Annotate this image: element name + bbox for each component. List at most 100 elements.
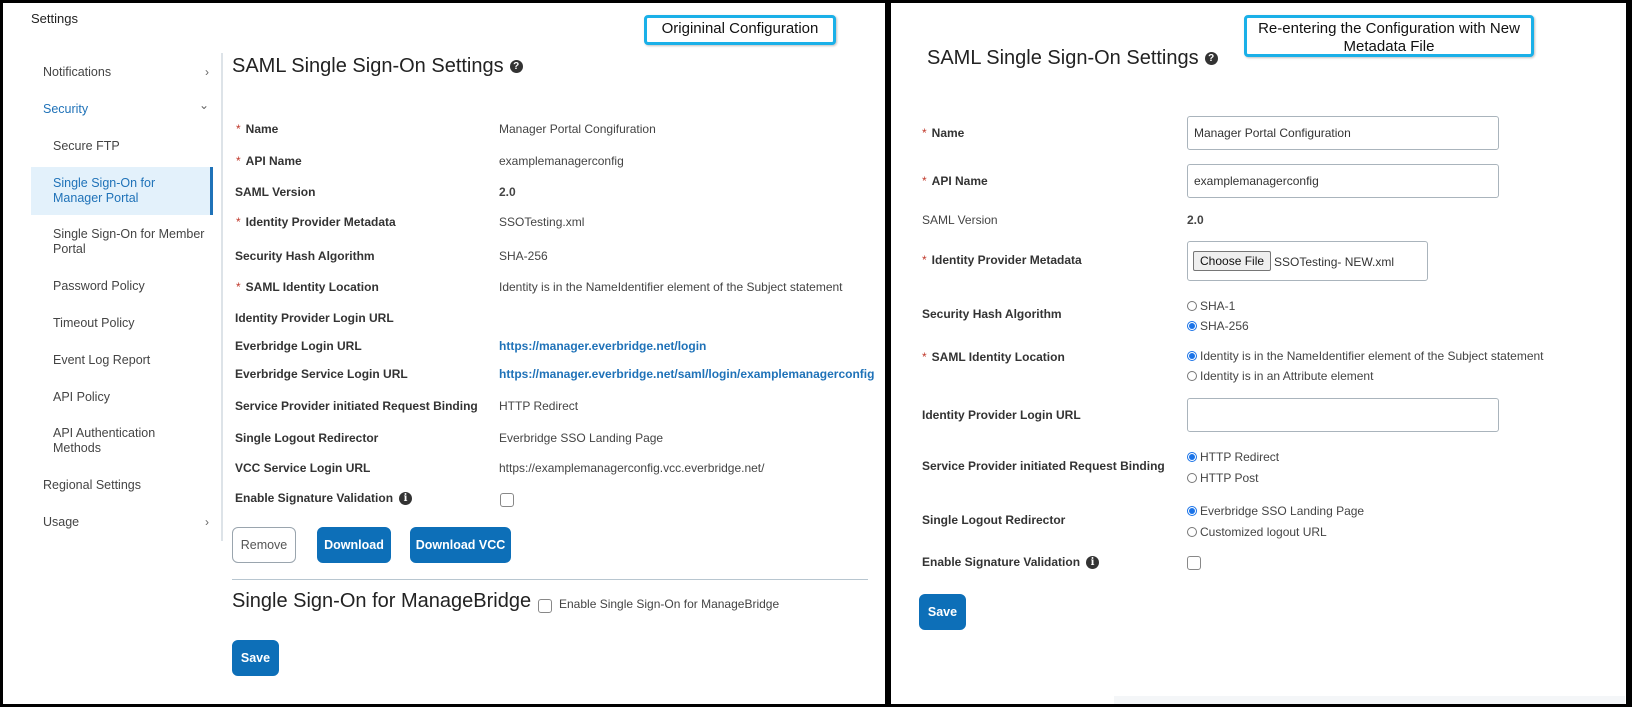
- settings-sidebar: Notifications › Security ⌄ Secure FTP Si…: [31, 53, 223, 541]
- identity-location-label: * SAML Identity Location: [922, 350, 1065, 364]
- field-label: VCC Service Login URL: [235, 461, 371, 475]
- info-icon[interactable]: i: [1086, 556, 1100, 570]
- field-label: Enable Signature Validation i: [235, 491, 413, 506]
- field-value: Manager Portal Congifuration: [499, 122, 656, 136]
- managebridge-title: Single Sign-On for ManageBridge: [232, 590, 532, 612]
- hash-algorithm-option[interactable]: SHA-256: [1187, 319, 1249, 333]
- new-configuration-callout: Re-entering the Configuration with New M…: [1244, 15, 1534, 57]
- remove-button[interactable]: Remove: [232, 527, 296, 563]
- sidebar-item-sso-manager-portal[interactable]: Single Sign-On for Manager Portal: [31, 167, 213, 215]
- new-configuration-panel: Re-entering the Configuration with New M…: [891, 3, 1626, 704]
- saml-version-value: 2.0: [1187, 213, 1204, 227]
- name-label: * Name: [922, 126, 965, 140]
- field-label: Identity Provider Login URL: [235, 311, 394, 325]
- signature-validation-checkbox[interactable]: [1187, 556, 1201, 570]
- signature-validation-checkbox[interactable]: [500, 493, 514, 507]
- sidebar-item-secure-ftp[interactable]: Secure FTP: [31, 139, 221, 154]
- chevron-right-icon: ›: [205, 65, 209, 79]
- identity-location-option[interactable]: Identity is in an Attribute element: [1187, 369, 1373, 383]
- logout-redirector-option[interactable]: Everbridge SSO Landing Page: [1187, 504, 1364, 518]
- field-label: SAML Version: [235, 185, 316, 199]
- chevron-down-icon: ⌄: [198, 98, 209, 112]
- page-title: SAML Single Sign-On Settings?: [927, 47, 1218, 70]
- request-binding-label: Service Provider initiated Request Bindi…: [922, 459, 1165, 473]
- chevron-right-icon: ›: [205, 515, 209, 529]
- radio-unselected-icon[interactable]: [1187, 527, 1197, 537]
- idp-login-url-label: Identity Provider Login URL: [922, 408, 1081, 422]
- required-marker: *: [236, 280, 241, 294]
- radio-unselected-icon[interactable]: [1187, 301, 1197, 311]
- field-label: * SAML Identity Location: [236, 280, 379, 294]
- field-label: * Name: [236, 122, 279, 136]
- field-link[interactable]: https://manager.everbridge.net/saml/logi…: [499, 367, 874, 381]
- radio-selected-icon[interactable]: [1187, 351, 1197, 361]
- field-value: SSOTesting.xml: [499, 215, 585, 229]
- identity-location-option[interactable]: Identity is in the NameIdentifier elemen…: [1187, 349, 1544, 363]
- radio-selected-icon[interactable]: [1187, 506, 1197, 516]
- required-marker: *: [922, 174, 927, 188]
- page-title: SAML Single Sign-On Settings?: [232, 55, 523, 78]
- info-icon[interactable]: i: [399, 492, 413, 506]
- api-name-input[interactable]: examplemanagerconfig: [1187, 164, 1499, 198]
- help-icon[interactable]: ?: [509, 60, 523, 74]
- sidebar-item-regional-settings[interactable]: Regional Settings: [31, 478, 221, 492]
- enable-managebridge-sso-checkbox[interactable]: [538, 599, 552, 613]
- sidebar-item-event-log-report[interactable]: Event Log Report: [31, 353, 221, 368]
- field-label: Everbridge Service Login URL: [235, 367, 408, 381]
- download-button[interactable]: Download: [317, 527, 391, 563]
- radio-unselected-icon[interactable]: [1187, 473, 1197, 483]
- bottom-scroll-area: [1114, 696, 1625, 704]
- hash-algorithm-label: Security Hash Algorithm: [922, 307, 1062, 321]
- idp-metadata-file-input[interactable]: Choose File SSOTesting- NEW.xml: [1187, 241, 1428, 281]
- settings-heading: Settings: [31, 11, 78, 26]
- required-marker: *: [236, 122, 241, 136]
- sidebar-item-password-policy[interactable]: Password Policy: [31, 279, 221, 294]
- field-label: Service Provider initiated Request Bindi…: [235, 399, 478, 413]
- field-label: * API Name: [236, 154, 302, 168]
- sidebar-item-security[interactable]: Security ⌄: [31, 98, 221, 116]
- name-input[interactable]: Manager Portal Configuration: [1187, 116, 1499, 150]
- save-button[interactable]: Save: [919, 594, 966, 630]
- original-configuration-callout: Origininal Configuration: [644, 15, 836, 45]
- download-vcc-button[interactable]: Download VCC: [410, 527, 511, 563]
- choose-file-button[interactable]: Choose File: [1193, 251, 1272, 271]
- field-value: Everbridge SSO Landing Page: [499, 431, 664, 445]
- idp-metadata-label: * Identity Provider Metadata: [922, 253, 1082, 267]
- field-label: Single Logout Redirector: [235, 431, 379, 445]
- signature-validation-label: Enable Signature Validation i: [922, 555, 1100, 570]
- saml-version-label: SAML Version: [922, 213, 998, 227]
- radio-selected-icon[interactable]: [1187, 452, 1197, 462]
- field-label: Everbridge Login URL: [235, 339, 362, 353]
- request-binding-option[interactable]: HTTP Redirect: [1187, 450, 1279, 464]
- request-binding-option[interactable]: HTTP Post: [1187, 471, 1258, 485]
- required-marker: *: [236, 154, 241, 168]
- field-value: 2.0: [499, 185, 516, 199]
- sidebar-item-api-auth-methods[interactable]: API Authentication Methods: [31, 426, 221, 456]
- sidebar-item-api-policy[interactable]: API Policy: [31, 390, 221, 405]
- original-configuration-panel: Settings Origininal Configuration Notifi…: [3, 3, 885, 704]
- sidebar-item-usage[interactable]: Usage ›: [31, 515, 221, 529]
- enable-managebridge-sso-label: Enable Single Sign-On for ManageBridge: [559, 597, 780, 611]
- logout-redirector-label: Single Logout Redirector: [922, 513, 1066, 527]
- required-marker: *: [922, 350, 927, 364]
- field-value: SHA-256: [499, 249, 548, 263]
- help-icon[interactable]: ?: [1204, 52, 1218, 66]
- hash-algorithm-option[interactable]: SHA-1: [1187, 299, 1235, 313]
- section-divider: [232, 579, 868, 580]
- required-marker: *: [922, 253, 927, 267]
- radio-unselected-icon[interactable]: [1187, 371, 1197, 381]
- sidebar-item-timeout-policy[interactable]: Timeout Policy: [31, 316, 221, 331]
- idp-login-url-input[interactable]: [1187, 398, 1499, 432]
- sidebar-item-notifications[interactable]: Notifications ›: [31, 65, 221, 79]
- field-label: Security Hash Algorithm: [235, 249, 375, 263]
- required-marker: *: [236, 215, 241, 229]
- logout-redirector-option[interactable]: Customized logout URL: [1187, 525, 1327, 539]
- selected-file-name: SSOTesting- NEW.xml: [1274, 255, 1395, 269]
- radio-selected-icon[interactable]: [1187, 321, 1197, 331]
- field-value: examplemanagerconfig: [499, 154, 624, 168]
- save-button[interactable]: Save: [232, 640, 279, 676]
- field-value: https://examplemanagerconfig.vcc.everbri…: [499, 461, 765, 475]
- field-label: * Identity Provider Metadata: [236, 215, 396, 229]
- sidebar-item-sso-member-portal[interactable]: Single Sign-On for Member Portal: [31, 227, 221, 257]
- field-link[interactable]: https://manager.everbridge.net/login: [499, 339, 706, 353]
